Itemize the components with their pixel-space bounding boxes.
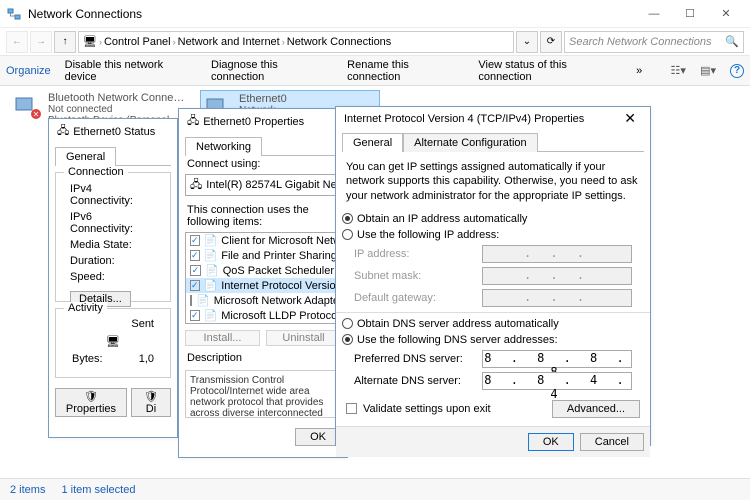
ip-address-field: . . .: [482, 245, 632, 263]
navbar: ← → ↑ 🖥 › Control Panel › Network and In…: [0, 28, 750, 56]
search-icon: 🔍: [725, 35, 739, 48]
network-icon: [6, 6, 22, 22]
item-count: 2 items: [10, 484, 45, 496]
statusbar: 2 items 1 item selected: [0, 478, 750, 500]
rename-link[interactable]: Rename this connection: [347, 59, 464, 83]
gateway-field: . . .: [482, 289, 632, 307]
uninstall-button[interactable]: Uninstall: [266, 330, 341, 346]
list-item[interactable]: ✓📄Client for Microsoft Networks: [186, 233, 340, 248]
list-item[interactable]: ✓📄Microsoft LLDP Protocol Driver: [186, 308, 340, 323]
use-ip-radio[interactable]: Use the following IP address:: [336, 227, 650, 243]
tab-general[interactable]: General: [55, 147, 116, 166]
obtain-dns-radio[interactable]: Obtain DNS server address automatically: [336, 316, 650, 332]
breadcrumb[interactable]: 🖥 › Control Panel › Network and Internet…: [78, 31, 514, 53]
back-button[interactable]: ←: [6, 31, 28, 53]
titlebar: Network Connections — ☐ ✕: [0, 0, 750, 28]
conn-name: Bluetooth Network Connection: [48, 92, 188, 104]
selected-count: 1 item selected: [61, 484, 135, 496]
obtain-ip-radio[interactable]: Obtain an IP address automatically: [336, 211, 650, 227]
minimize-button[interactable]: —: [636, 2, 672, 26]
bluetooth-connection-icon: ✕: [12, 92, 44, 120]
help-icon[interactable]: ?: [730, 64, 744, 78]
subnet-mask-field: . . .: [482, 267, 632, 285]
list-item[interactable]: 📄Microsoft Network Adapter Multi: [186, 293, 340, 308]
close-button[interactable]: ✕: [708, 2, 744, 26]
items-listbox[interactable]: ✓📄Client for Microsoft Networks ✓📄File a…: [185, 232, 341, 324]
properties-button[interactable]: 🛡 Properties: [55, 388, 127, 417]
cancel-button[interactable]: Cancel: [580, 433, 644, 451]
properties-dialog: 🖧 Ethernet0 Properties Networking Connec…: [178, 108, 348, 458]
crumb-control-panel[interactable]: Control Panel: [104, 36, 171, 48]
conn-name: Ethernet0: [239, 93, 350, 105]
maximize-button[interactable]: ☐: [672, 2, 708, 26]
tab-general[interactable]: General: [342, 133, 403, 152]
crumb-network-internet[interactable]: Network and Internet: [178, 36, 280, 48]
disable-button[interactable]: 🛡 Di: [131, 388, 171, 417]
tab-altconfig[interactable]: Alternate Configuration: [403, 133, 538, 152]
status-dialog-title: 🖧 Ethernet0 Status: [49, 119, 177, 144]
adapter-field[interactable]: 🖧 Intel(R) 82574L Gigabit Network C: [185, 174, 341, 196]
ipv4-dialog: Internet Protocol Version 4 (TCP/IPv4) P…: [335, 106, 651, 446]
organize-menu[interactable]: Organize: [6, 65, 51, 77]
list-item[interactable]: ✓📄Internet Protocol Version 6 (TCP: [186, 323, 340, 324]
disable-device-link[interactable]: Disable this network device: [65, 59, 197, 83]
ipv4-description: You can get IP settings assigned automat…: [336, 152, 650, 211]
advanced-button[interactable]: Advanced...: [552, 400, 640, 418]
pc-icon: 🖥: [83, 35, 97, 48]
preferred-dns-field[interactable]: 8 . 8 . 8 . 8: [482, 350, 632, 368]
svg-text:✕: ✕: [33, 110, 40, 119]
history-dropdown[interactable]: ⌄: [516, 31, 538, 53]
search-input[interactable]: Search Network Connections 🔍: [564, 31, 744, 53]
network-icon: 🖧: [187, 112, 199, 131]
list-item-ipv4[interactable]: ✓📄Internet Protocol Version 4 (TCP: [186, 278, 340, 293]
command-bar: Organize Disable this network device Dia…: [0, 56, 750, 86]
window-title: Network Connections: [28, 7, 636, 21]
up-button[interactable]: ↑: [54, 31, 76, 53]
validate-checkbox[interactable]: [346, 403, 357, 414]
list-item[interactable]: ✓📄QoS Packet Scheduler: [186, 263, 340, 278]
view-options-icon[interactable]: ☷▾: [670, 63, 686, 79]
viewstatus-link[interactable]: View status of this connection: [478, 59, 622, 83]
refresh-button[interactable]: ⟳: [540, 31, 562, 53]
list-item[interactable]: ✓📄File and Printer Sharing for Micro: [186, 248, 340, 263]
activity-icon: 🖥: [62, 331, 164, 352]
alternate-dns-field[interactable]: 8 . 8 . 4 . 4: [482, 372, 632, 390]
crumb-network-connections[interactable]: Network Connections: [287, 36, 392, 48]
tab-networking[interactable]: Networking: [185, 137, 262, 156]
close-icon[interactable]: ✕: [618, 110, 642, 127]
ok-button[interactable]: OK: [528, 433, 574, 451]
adapter-icon: 🖧: [190, 176, 202, 195]
install-button[interactable]: Install...: [185, 330, 260, 346]
network-icon: 🖧: [57, 122, 69, 141]
status-dialog: 🖧 Ethernet0 Status General Connection IP…: [48, 118, 178, 438]
forward-button[interactable]: →: [30, 31, 52, 53]
conn-status: Not connected: [48, 104, 188, 115]
use-dns-radio[interactable]: Use the following DNS server addresses:: [336, 332, 650, 348]
diagnose-link[interactable]: Diagnose this connection: [211, 59, 333, 83]
preview-pane-icon[interactable]: ▤▾: [700, 63, 716, 79]
more-commands[interactable]: »: [636, 65, 642, 77]
properties-dialog-title: 🖧 Ethernet0 Properties: [179, 109, 347, 134]
ipv4-dialog-title: Internet Protocol Version 4 (TCP/IPv4) P…: [336, 107, 650, 130]
description-box: Transmission Control Protocol/Internet w…: [185, 370, 341, 418]
